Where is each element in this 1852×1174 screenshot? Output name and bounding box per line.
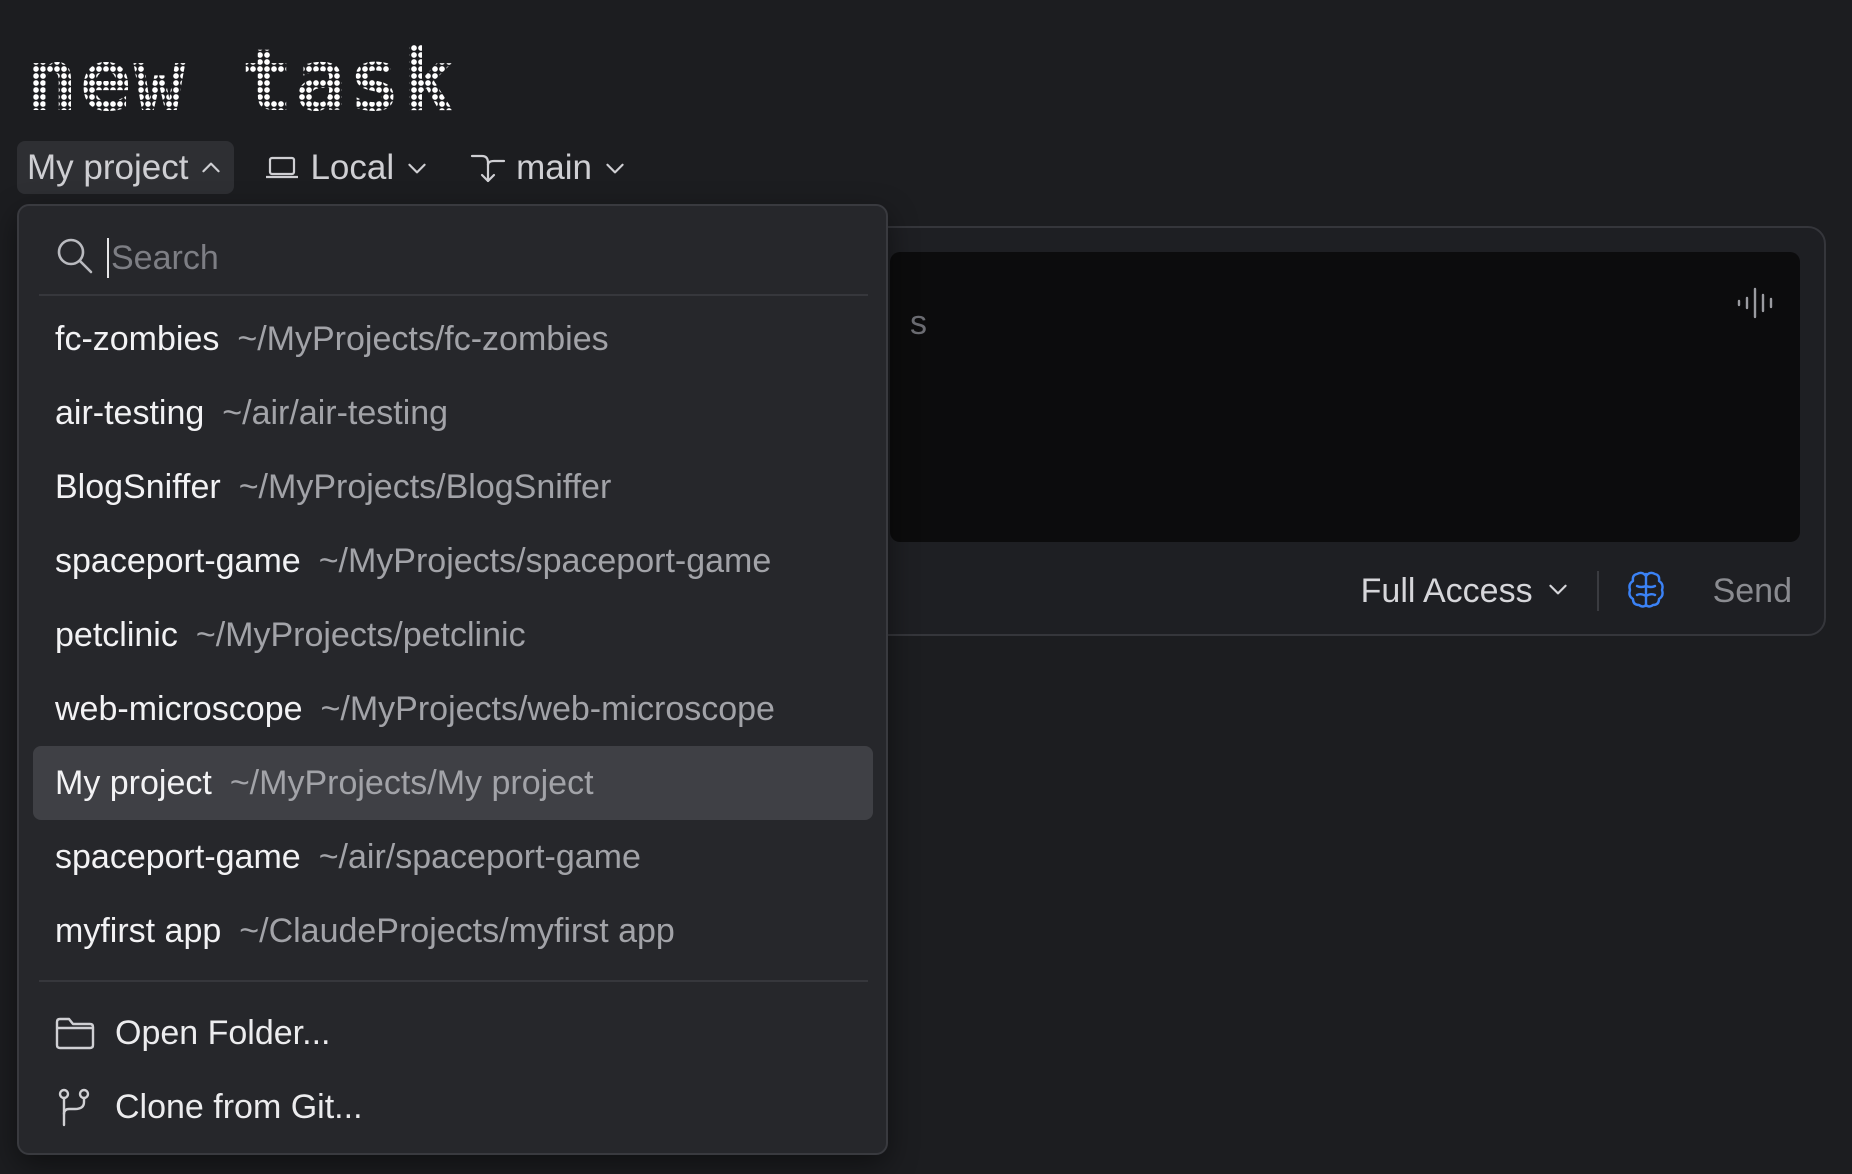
- project-path: ~/MyProjects/BlogSniffer: [238, 467, 612, 506]
- project-item[interactable]: petclinic ~/MyProjects/petclinic: [33, 598, 873, 672]
- project-item[interactable]: web-microscope ~/MyProjects/web-microscop…: [33, 672, 873, 746]
- send-button[interactable]: Send: [1693, 572, 1792, 611]
- project-name: air-testing: [55, 393, 205, 432]
- clone-from-git-button[interactable]: Clone from Git...: [33, 1070, 873, 1144]
- project-path: ~/MyProjects/web-microscope: [320, 689, 775, 728]
- branch-icon: [470, 151, 506, 185]
- search-input[interactable]: [107, 238, 807, 278]
- project-item[interactable]: spaceport-game ~/air/spaceport-game: [33, 820, 873, 894]
- project-item[interactable]: air-testing ~/air/air-testing: [33, 376, 873, 450]
- task-toolbar: My project Local main: [17, 141, 638, 194]
- project-name: myfirst app: [55, 911, 222, 950]
- access-level-label: Full Access: [1360, 571, 1533, 610]
- project-name: spaceport-game: [55, 837, 301, 876]
- access-level-select[interactable]: Full Access: [1361, 572, 1571, 611]
- project-path: ~/MyProjects/spaceport-game: [318, 541, 772, 580]
- branch-selector-button[interactable]: main: [460, 141, 638, 194]
- mic-waveform-icon[interactable]: [1736, 286, 1774, 325]
- project-name: BlogSniffer: [55, 467, 221, 506]
- project-path: ~/MyProjects/fc-zombies: [237, 319, 609, 358]
- project-dropdown: fc-zombies ~/MyProjects/fc-zombies air-tes…: [17, 204, 888, 1155]
- divider: [39, 980, 868, 982]
- project-name: spaceport-game: [55, 541, 301, 580]
- folder-icon: [55, 1016, 95, 1050]
- project-name: web-microscope: [55, 689, 303, 728]
- divider: [1596, 571, 1599, 611]
- project-path: ~/ClaudeProjects/myfirst app: [239, 911, 675, 950]
- chevron-up-icon: [198, 155, 224, 181]
- project-item[interactable]: My project ~/MyProjects/My project: [33, 746, 873, 820]
- search-icon: [55, 236, 95, 281]
- project-name: fc-zombies: [55, 319, 220, 358]
- project-list: fc-zombies ~/MyProjects/fc-zombies air-tes…: [33, 302, 873, 968]
- branch-label: main: [516, 147, 592, 187]
- chevron-down-icon: [602, 155, 628, 181]
- environment-label: Local: [310, 147, 395, 187]
- project-name: petclinic: [55, 615, 178, 654]
- page-title: new task: [26, 31, 457, 131]
- project-selector-button[interactable]: My project: [17, 141, 235, 194]
- project-path: ~/air/air-testing: [222, 393, 449, 432]
- new-task-page: new task My project Local main s Full Ac…: [0, 0, 1852, 1174]
- prompt-placeholder: s: [910, 304, 927, 342]
- project-path: ~/air/spaceport-game: [318, 837, 641, 876]
- project-name: My project: [55, 763, 212, 802]
- project-item[interactable]: fc-zombies ~/MyProjects/fc-zombies: [33, 302, 873, 376]
- chevron-down-icon: [404, 155, 430, 181]
- project-item[interactable]: spaceport-game ~/MyProjects/spaceport-gam…: [33, 524, 873, 598]
- open-folder-button[interactable]: Open Folder...: [33, 996, 873, 1070]
- project-selector-label: My project: [27, 147, 189, 187]
- open-folder-label: Open Folder...: [115, 1013, 331, 1052]
- project-item[interactable]: BlogSniffer ~/MyProjects/BlogSniffer: [33, 450, 873, 524]
- clone-from-git-label: Clone from Git...: [115, 1087, 363, 1126]
- laptop-icon: [264, 153, 300, 183]
- brain-icon[interactable]: [1625, 568, 1667, 615]
- project-path: ~/MyProjects/petclinic: [195, 615, 526, 654]
- prompt-input[interactable]: s: [890, 252, 1800, 542]
- composer-bar: Full Access Send: [862, 548, 1824, 634]
- environment-selector-button[interactable]: Local: [254, 141, 440, 194]
- project-search: [55, 232, 855, 284]
- divider: [39, 294, 868, 296]
- project-path: ~/MyProjects/My project: [229, 763, 594, 802]
- chevron-down-icon: [1545, 572, 1571, 611]
- git-fork-icon: [55, 1087, 95, 1127]
- task-composer: s Full Access Send: [860, 226, 1826, 636]
- dropdown-actions: Open Folder... Clone from Git...: [33, 996, 873, 1144]
- project-item[interactable]: myfirst app ~/ClaudeProjects/myfirst app: [33, 894, 873, 968]
